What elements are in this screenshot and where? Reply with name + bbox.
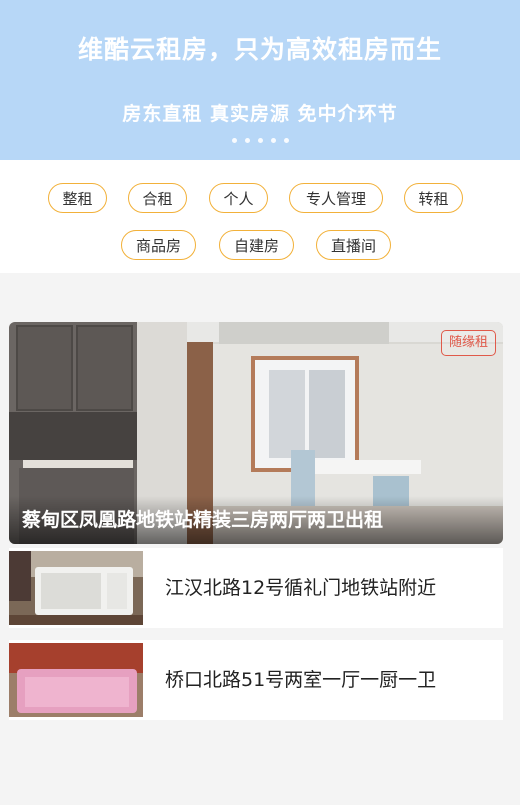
listing-title: 江汉北路12号循礼门地铁站附近 [165, 577, 437, 599]
listing-thumbnail-bed [9, 643, 143, 717]
listing-thumbnail-microwave [9, 551, 143, 625]
carousel-dot[interactable] [257, 138, 263, 143]
carousel-indicator [0, 138, 520, 143]
tag-shared-rent[interactable]: 合租 [128, 183, 187, 213]
carousel-dot[interactable] [244, 138, 250, 143]
carousel-dot[interactable] [283, 138, 289, 143]
tag-sublet[interactable]: 转租 [404, 183, 463, 213]
featured-listing-card[interactable]: 随缘租 蔡甸区凤凰路地铁站精装三房两厅两卫出租 [9, 322, 503, 544]
listing-item[interactable]: 桥口北路51号两室一厅一厨一卫 [9, 640, 503, 720]
tag-self-built[interactable]: 自建房 [219, 230, 294, 260]
promo-banner[interactable]: 维酷云租房，只为高效租房而生 房东直租 真实房源 免中介环节 [0, 0, 520, 160]
featured-listing-title: 蔡甸区凤凰路地铁站精装三房两厅两卫出租 [9, 496, 503, 544]
tag-managed[interactable]: 专人管理 [289, 183, 383, 213]
carousel-dot[interactable] [231, 138, 237, 143]
category-tags: 整租 合租 个人 专人管理 转租 商品房 自建房 直播间 [0, 160, 520, 273]
rent-type-badge: 随缘租 [440, 330, 496, 356]
tag-whole-rent[interactable]: 整租 [48, 183, 107, 213]
carousel-dot[interactable] [270, 138, 276, 143]
tag-commercial-housing[interactable]: 商品房 [121, 230, 196, 260]
listing-title: 桥口北路51号两室一厅一厨一卫 [165, 669, 437, 691]
banner-subtitle: 房东直租 真实房源 免中介环节 [122, 103, 398, 125]
listing-item[interactable]: 江汉北路12号循礼门地铁站附近 [9, 548, 503, 628]
tag-personal[interactable]: 个人 [209, 183, 268, 213]
tag-live-room[interactable]: 直播间 [316, 230, 391, 260]
banner-title: 维酷云租房，只为高效租房而生 [77, 35, 442, 64]
